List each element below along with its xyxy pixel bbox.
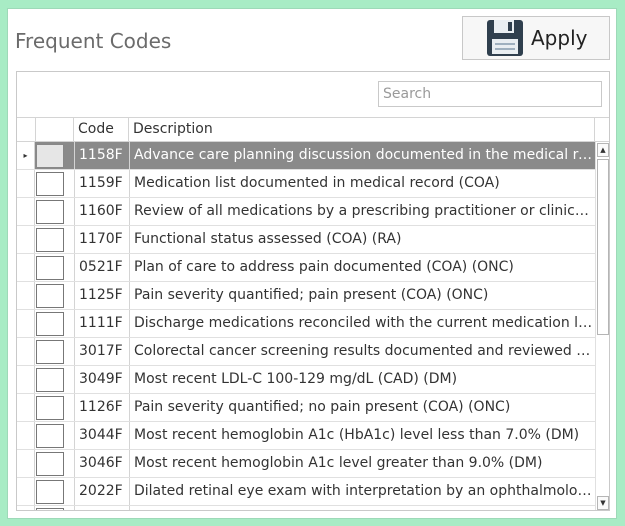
description-cell: Most recent hemoglobin A1c level greater… — [129, 450, 595, 477]
row-checkbox[interactable] — [36, 256, 64, 280]
description-cell: Functional status assessed (COA) (RA) — [129, 226, 595, 253]
description-cell: Pain severity quantified; no pain presen… — [129, 394, 595, 421]
table-row[interactable]: 1126F Pain severity quantified; no pain p… — [17, 394, 595, 422]
scroll-down-arrow[interactable]: ▼ — [597, 496, 609, 510]
code-cell — [74, 506, 129, 510]
frequent-codes-window: Frequent Codes Apply Code Description ▸1… — [7, 8, 617, 519]
row-indicator — [17, 366, 35, 393]
row-indicator — [17, 226, 35, 253]
description-cell: Dilated retinal eye exam with interpreta… — [129, 478, 595, 505]
code-cell: 2022F — [74, 478, 129, 505]
table-row[interactable]: 3049F Most recent LDL-C 100-129 mg/dL (CA… — [17, 366, 595, 394]
description-cell: Most recent hemoglobin A1c (HbA1c) level… — [129, 422, 595, 449]
description-cell: Colorectal cancer screening results docu… — [129, 338, 595, 365]
code-cell: 1158F — [74, 142, 129, 169]
row-checkbox[interactable] — [36, 396, 64, 420]
row-indicator — [17, 450, 35, 477]
code-cell: 1125F — [74, 282, 129, 309]
row-checkbox[interactable] — [36, 424, 64, 448]
table-row[interactable]: 3044F Most recent hemoglobin A1c (HbA1c) … — [17, 422, 595, 450]
grid-header: Code Description — [17, 117, 609, 142]
row-checkbox[interactable] — [36, 368, 64, 392]
table-row[interactable] — [17, 506, 595, 510]
grid-rows: ▸ 1158F Advance care planning discussion d… — [17, 142, 595, 510]
code-cell: 0521F — [74, 254, 129, 281]
table-row[interactable]: 1160F Review of all medications by a pres… — [17, 198, 595, 226]
table-row[interactable]: 0521F Plan of care to address pain docume… — [17, 254, 595, 282]
description-cell: Review of all medications by a prescribi… — [129, 198, 595, 225]
row-indicator — [17, 422, 35, 449]
apply-label: Apply — [531, 26, 588, 50]
row-indicator — [17, 478, 35, 505]
row-indicator — [17, 506, 35, 510]
header-indicator-cell — [17, 118, 36, 141]
floppy-disk-icon — [487, 20, 523, 56]
description-cell: Pain severity quantified; pain present (… — [129, 282, 595, 309]
row-checkbox[interactable] — [36, 284, 64, 308]
code-cell: 3044F — [74, 422, 129, 449]
row-checkbox[interactable] — [36, 452, 64, 476]
table-row[interactable]: 3046F Most recent hemoglobin A1c level gr… — [17, 450, 595, 478]
row-checkbox[interactable] — [36, 480, 64, 504]
description-cell: Advance care planning discussion documen… — [129, 142, 595, 169]
apply-button[interactable]: Apply — [462, 16, 610, 60]
row-checkbox[interactable] — [36, 508, 64, 510]
row-indicator — [17, 198, 35, 225]
description-cell — [129, 506, 595, 510]
page-title: Frequent Codes — [15, 29, 172, 53]
code-cell: 3046F — [74, 450, 129, 477]
table-row[interactable]: 3017F Colorectal cancer screening results… — [17, 338, 595, 366]
row-checkbox[interactable] — [36, 228, 64, 252]
scroll-up-arrow[interactable]: ▲ — [597, 143, 609, 157]
table-row[interactable]: 1111F Discharge medications reconciled wi… — [17, 310, 595, 338]
code-cell: 1111F — [74, 310, 129, 337]
row-indicator — [17, 394, 35, 421]
code-cell: 3049F — [74, 366, 129, 393]
row-indicator: ▸ — [17, 142, 35, 169]
table-row[interactable]: 1170F Functional status assessed (COA) (R… — [17, 226, 595, 254]
description-cell: Discharge medications reconciled with th… — [129, 310, 595, 337]
row-checkbox[interactable] — [36, 144, 64, 168]
code-cell: 1160F — [74, 198, 129, 225]
code-cell: 3017F — [74, 338, 129, 365]
row-indicator — [17, 254, 35, 281]
column-header-code[interactable]: Code — [74, 118, 129, 141]
header-select-cell — [36, 118, 74, 141]
code-cell: 1126F — [74, 394, 129, 421]
search-input[interactable] — [378, 81, 602, 107]
row-checkbox[interactable] — [36, 340, 64, 364]
row-indicator — [17, 282, 35, 309]
table-row[interactable]: 2022F Dilated retinal eye exam with inter… — [17, 478, 595, 506]
description-cell: Plan of care to address pain documented … — [129, 254, 595, 281]
row-indicator — [17, 310, 35, 337]
vertical-scrollbar[interactable]: ▲ ▼ — [595, 142, 609, 510]
row-indicator — [17, 338, 35, 365]
table-row[interactable]: 1125F Pain severity quantified; pain pres… — [17, 282, 595, 310]
codes-grid: Code Description ▸ 1158FAdvance care plan… — [16, 71, 610, 511]
column-header-description[interactable]: Description — [129, 118, 595, 141]
scroll-thumb[interactable] — [597, 159, 609, 335]
code-cell: 1170F — [74, 226, 129, 253]
row-checkbox[interactable] — [36, 172, 64, 196]
row-checkbox[interactable] — [36, 312, 64, 336]
row-indicator — [17, 170, 35, 197]
table-row[interactable]: ▸ 1158F Advance care planning discussion d… — [17, 142, 595, 170]
table-row[interactable]: 1159F Medication list documented in medic… — [17, 170, 595, 198]
row-checkbox[interactable] — [36, 200, 64, 224]
code-cell: 1159F — [74, 170, 129, 197]
description-cell: Most recent LDL-C 100-129 mg/dL (CAD) (D… — [129, 366, 595, 393]
description-cell: Medication list documented in medical re… — [129, 170, 595, 197]
